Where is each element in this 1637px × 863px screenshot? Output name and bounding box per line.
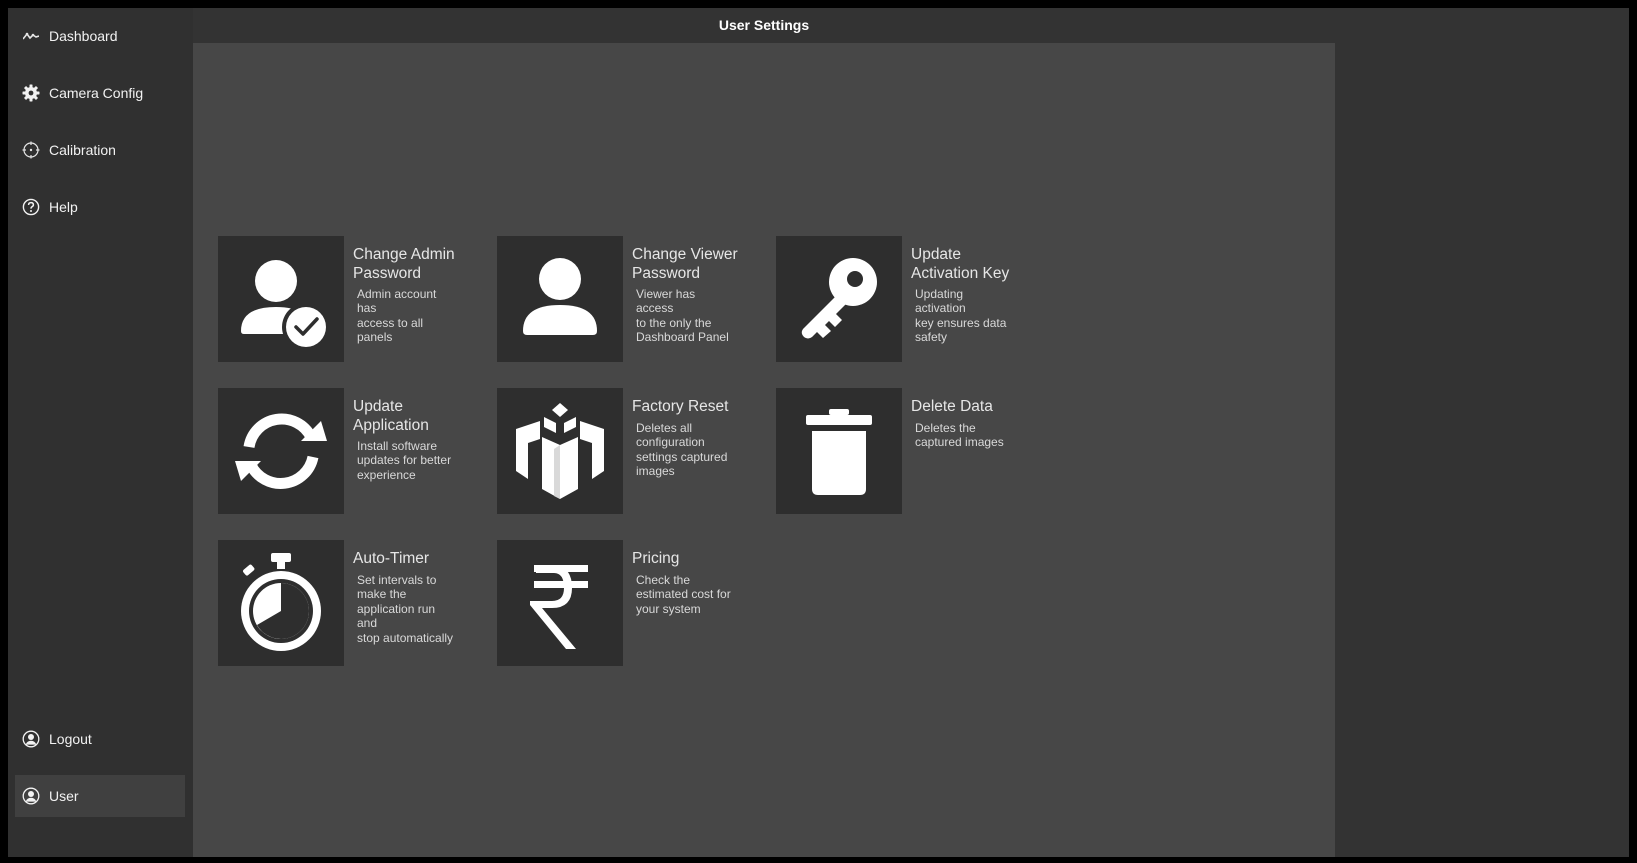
tile-title: Factory Reset [632, 398, 729, 415]
tile-description: Viewer has access to the only the Dashbo… [636, 287, 729, 345]
sidebar-item-help[interactable]: Help [15, 186, 185, 228]
help-circle-icon [22, 198, 40, 216]
activity-icon [22, 27, 40, 45]
tile-title: Update Application [353, 398, 429, 434]
tile-description: Set intervals to make the application ru… [357, 573, 454, 645]
sidebar-item-camera-config[interactable]: Camera Config [15, 72, 185, 114]
update-application-tile[interactable]: Update Application Install software upda… [218, 388, 468, 514]
tile-description: Admin account has access to all panels [357, 287, 437, 345]
user-circle-icon [22, 787, 40, 805]
delete-data-tile[interactable]: Delete Data Deletes the captured images [776, 388, 1026, 514]
sidebar-item-label: User [49, 788, 79, 804]
sidebar-item-label: Dashboard [49, 28, 118, 44]
tile-description: Deletes all configuration settings captu… [636, 421, 728, 479]
change-viewer-password-tile[interactable]: Change Viewer Password Viewer has access… [497, 236, 747, 362]
tile-description: Updating activation key ensures data saf… [915, 287, 1007, 345]
settings-panel: Change Admin Password Admin account has … [193, 43, 1335, 857]
sidebar-item-label: Logout [49, 731, 92, 747]
stopwatch-icon [218, 540, 344, 666]
rupee-icon [497, 540, 623, 666]
tile-title: Delete Data [911, 398, 993, 415]
tile-description: Install software updates for better expe… [357, 439, 452, 482]
tile-title: Change Viewer Password [632, 246, 738, 282]
gear-icon [22, 84, 40, 102]
sidebar: Dashboard Camera Config Calibration Help… [8, 8, 193, 857]
auto-timer-tile[interactable]: Auto-Timer Set intervals to make the app… [218, 540, 468, 666]
tile-title: Change Admin Password [353, 246, 455, 282]
user-icon [497, 236, 623, 362]
sidebar-item-dashboard[interactable]: Dashboard [15, 15, 185, 57]
sidebar-item-calibration[interactable]: Calibration [15, 129, 185, 171]
app-window: Dashboard Camera Config Calibration Help… [8, 8, 1629, 857]
update-activation-key-tile[interactable]: Update Activation Key Updating activatio… [776, 236, 1026, 362]
factory-reset-tile[interactable]: Factory Reset Deletes all configuration … [497, 388, 747, 514]
user-circle-icon [22, 730, 40, 748]
tile-title: Update Activation Key [911, 246, 1010, 282]
tile-description: Deletes the captured images [915, 421, 1004, 450]
page-title: User Settings [718, 17, 810, 33]
sidebar-item-label: Help [49, 199, 78, 215]
sidebar-item-logout[interactable]: Logout [15, 718, 185, 760]
crosshair-icon [22, 141, 40, 159]
admin-user-check-icon [218, 236, 344, 362]
trash-icon [776, 388, 902, 514]
tile-title: Pricing [632, 550, 680, 567]
pricing-tile[interactable]: Pricing Check the estimated cost for you… [497, 540, 747, 666]
change-admin-password-tile[interactable]: Change Admin Password Admin account has … [218, 236, 468, 362]
sidebar-item-label: Calibration [49, 142, 116, 158]
refresh-icon [218, 388, 344, 514]
tile-description: Check the estimated cost for your system [636, 573, 731, 616]
factory-reset-icon [497, 388, 623, 514]
sidebar-item-label: Camera Config [49, 85, 144, 101]
tile-title: Auto-Timer [353, 550, 430, 567]
sidebar-item-user[interactable]: User [15, 775, 185, 817]
key-icon [776, 236, 902, 362]
